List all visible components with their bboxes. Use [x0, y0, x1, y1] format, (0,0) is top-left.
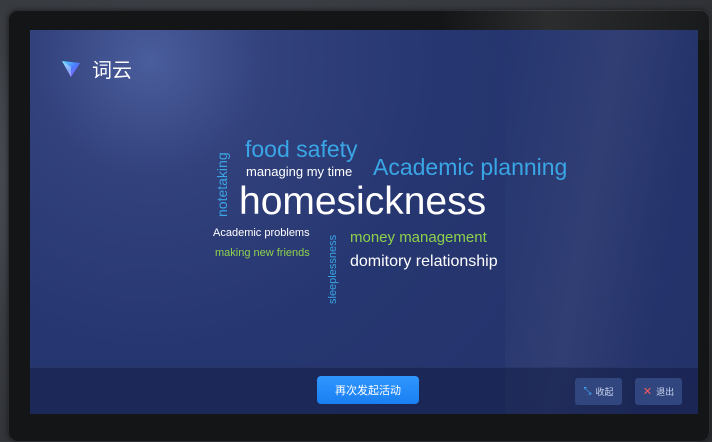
word-notetaking: notetaking	[214, 152, 230, 217]
app-screen: 词云 food safety managing my time Academic…	[30, 30, 698, 414]
minimize-label: 收起	[595, 388, 614, 398]
app-header: 词云	[60, 54, 132, 83]
exit-button[interactable]: ✕ 退出	[635, 378, 682, 405]
minimize-icon: ⤡	[583, 386, 592, 397]
app-title: 词云	[92, 58, 132, 82]
word-money-management: money management	[350, 229, 487, 246]
close-icon: ✕	[642, 385, 653, 398]
footer-bar: 再次发起活动 ⤡ 收起 ✕ 退出	[30, 367, 698, 414]
restart-activity-button[interactable]: 再次发起活动	[317, 376, 419, 404]
word-homesickness: homesickness	[239, 180, 487, 223]
word-managing-my-time: managing my time	[246, 164, 353, 179]
app-logo-icon	[62, 60, 80, 77]
word-domitory-relationship: domitory relationship	[350, 253, 498, 270]
word-academic-problems: Academic problems	[213, 227, 310, 239]
screen-glare	[505, 30, 698, 414]
exit-label: 退出	[656, 388, 675, 398]
word-making-new-friends: making new friends	[215, 247, 310, 259]
minimize-button[interactable]: ⤡ 收起	[575, 378, 622, 405]
word-food-safety: food safety	[245, 136, 358, 162]
word-sleeplessness: sleeplessness	[327, 234, 339, 304]
word-academic-planning: Academic planning	[373, 154, 568, 180]
